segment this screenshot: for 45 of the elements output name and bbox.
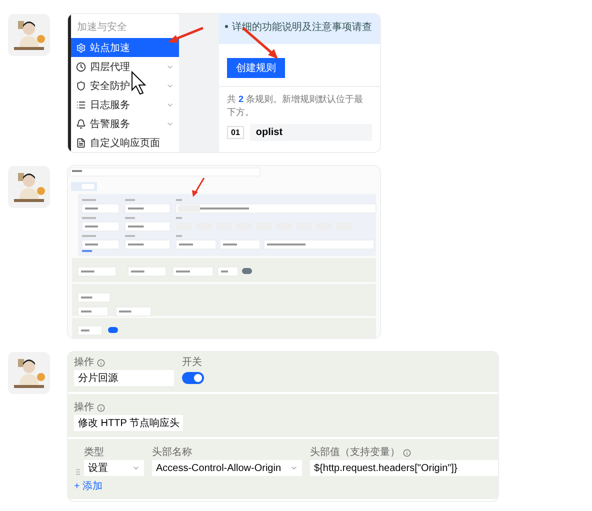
mouse-cursor-icon	[132, 70, 146, 95]
menu-icon	[76, 100, 86, 110]
sidebar-item[interactable]: 日志服务	[71, 95, 179, 114]
sidebar-item-label: 自定义响应页面	[90, 136, 160, 150]
rule-index: 01	[227, 126, 244, 139]
input-field[interactable]: 修改 HTTP 节点响应头	[74, 415, 184, 431]
bullet-icon	[225, 24, 228, 28]
menu-icon	[76, 62, 86, 72]
chevron-down-icon	[290, 464, 298, 472]
rule-name[interactable]: oplist	[250, 124, 372, 141]
menu-icon	[76, 138, 86, 148]
sidebar-item[interactable]: 告警服务	[71, 114, 179, 133]
add-link[interactable]: + 添加	[74, 479, 103, 493]
sidebar-item-label: 安全防护	[90, 80, 130, 92]
menu-icon	[76, 118, 86, 128]
field-label: 操作	[74, 357, 94, 368]
avatar-drawing	[8, 352, 50, 394]
avatar-drawing	[8, 14, 50, 56]
field-label: 操作	[74, 402, 94, 413]
toggle-switch[interactable]	[182, 372, 204, 384]
sidebar-item-label: 告警服务	[90, 118, 130, 130]
sidebar-heading: 加速与安全	[76, 20, 128, 35]
menu-icon	[76, 80, 86, 90]
field-label: 头部名称	[152, 447, 192, 458]
sidebar-item[interactable]: 安全防护	[71, 76, 179, 95]
input-field[interactable]: ${http.request.headers["Origin"]}	[310, 460, 498, 476]
arrow	[168, 26, 204, 43]
sidebar-item-label: 日志服务	[90, 98, 130, 112]
drag-handle-icon[interactable]	[74, 468, 82, 476]
field-label: 类型	[84, 447, 104, 458]
sidebar-item[interactable]: 四层代理	[71, 57, 179, 76]
create-rule-button[interactable]: 创建规则	[227, 58, 285, 78]
sidebar-item-label: 四层代理	[90, 60, 130, 74]
sidebar-item[interactable]: 站点加速	[71, 38, 179, 57]
field-label: 开关	[182, 357, 202, 368]
menu-icon	[76, 42, 86, 52]
select-field[interactable]: 设置	[84, 460, 144, 476]
input-field[interactable]: 分片回源	[74, 370, 174, 386]
sidebar-item-label: 站点加速	[90, 42, 130, 54]
sidebar-item[interactable]: 自定义响应页面	[71, 133, 179, 152]
avatar-drawing	[8, 166, 50, 208]
field-label: 头部值（支持变量）	[310, 447, 400, 458]
rule-summary: 共 2 条规则。新增规则默认位于最下方。	[219, 86, 380, 122]
chevron-down-icon	[132, 464, 140, 472]
select-field[interactable]: Access-Control-Allow-Origin	[152, 460, 302, 476]
